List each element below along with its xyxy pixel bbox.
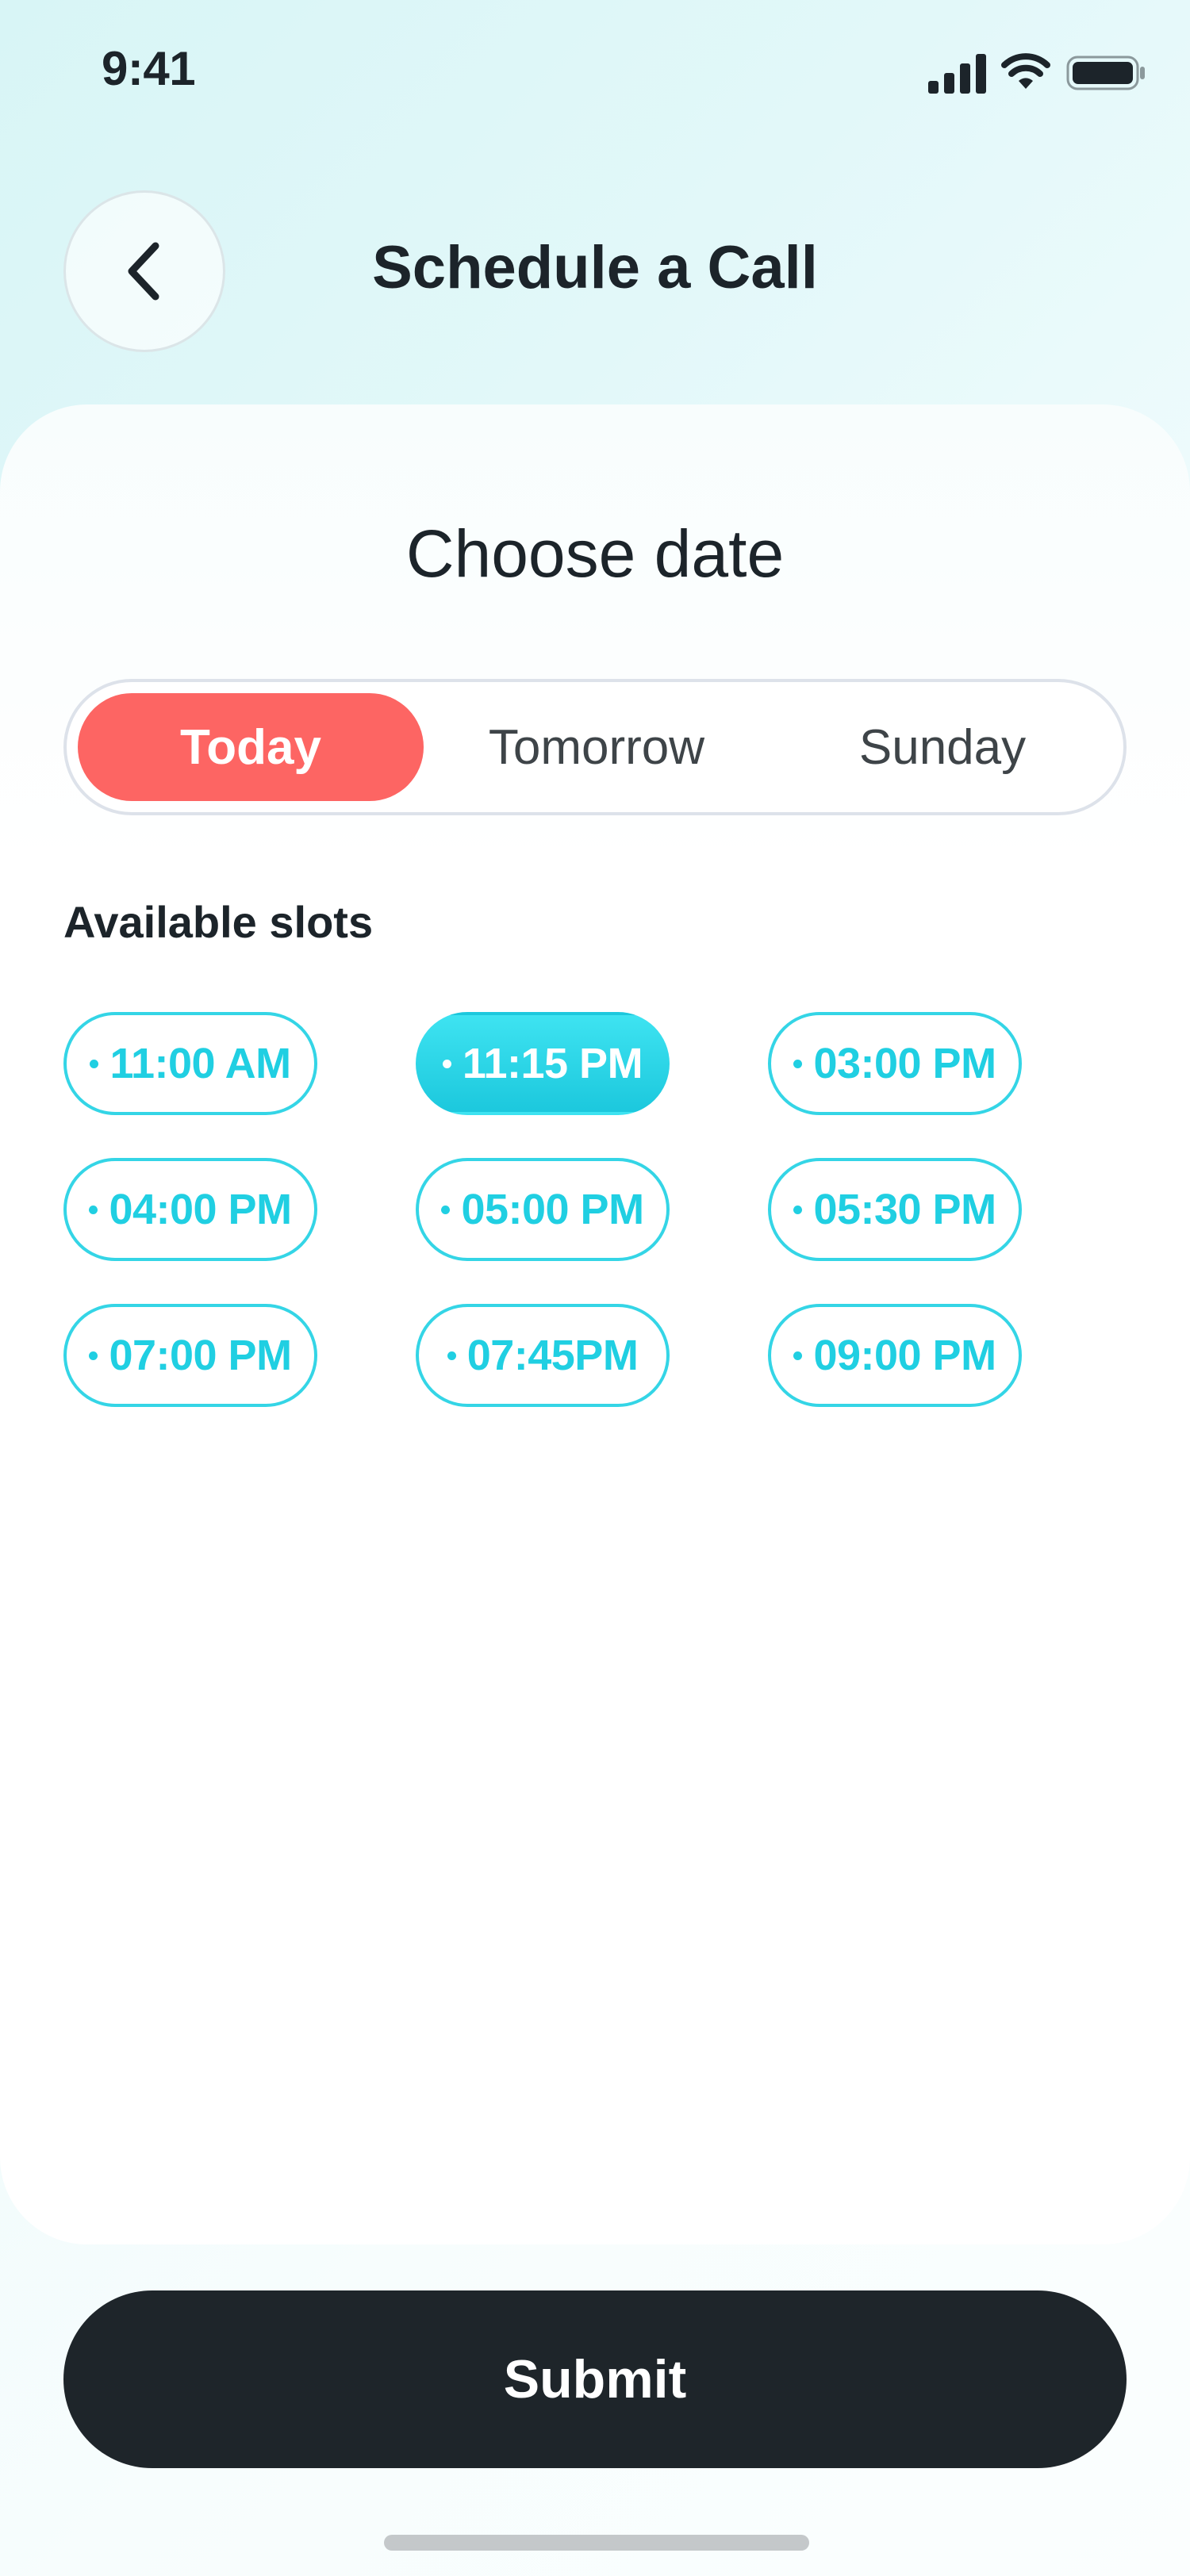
slot-button-selected[interactable]: 11:15 PM [416,1012,670,1115]
wifi-icon [1001,53,1050,89]
slot-label: 07:00 PM [109,1332,292,1379]
slot-label: 05:00 PM [461,1186,644,1233]
status-bar: 9:41 [0,0,1190,143]
slot-button[interactable]: 07:00 PM [63,1304,317,1407]
battery-icon [1066,56,1145,90]
slot-button[interactable]: 11:00 AM [63,1012,317,1115]
slot-label: 04:00 PM [109,1186,292,1233]
main-card: Choose date Today Tomorrow Sunday Availa… [0,404,1190,2244]
slot-button[interactable]: 03:00 PM [768,1012,1022,1115]
back-button[interactable] [63,190,225,352]
tab-sunday[interactable]: Sunday [770,693,1115,801]
slot-label: 09:00 PM [813,1332,996,1379]
bullet-dot-icon [793,1059,803,1068]
available-slots-label: Available slots [63,897,374,947]
choose-date-title: Choose date [405,516,785,591]
slot-button[interactable]: 07:45PM [416,1304,670,1407]
bullet-dot-icon [447,1351,456,1360]
tab-today[interactable]: Today [78,693,424,801]
page-title: Schedule a Call [372,234,818,301]
slot-label: 11:00 AM [109,1040,291,1087]
date-tabs: Today Tomorrow Sunday [63,679,1127,815]
bullet-dot-icon [793,1351,803,1360]
slot-label: 05:30 PM [813,1186,996,1233]
tab-tomorrow[interactable]: Tomorrow [424,693,770,801]
slot-label: 07:45PM [466,1332,639,1379]
status-time: 9:41 [102,42,196,95]
bullet-dot-icon [793,1205,803,1214]
bullet-dot-icon [442,1059,451,1068]
slot-button[interactable]: 05:30 PM [768,1158,1022,1261]
slot-button[interactable]: 09:00 PM [768,1304,1022,1407]
slot-button[interactable]: 04:00 PM [63,1158,317,1261]
bullet-dot-icon [89,1205,98,1214]
slot-button[interactable]: 05:00 PM [416,1158,670,1261]
submit-button[interactable]: Submit [63,2290,1127,2468]
slot-label: 11:15 PM [462,1040,643,1087]
bullet-dot-icon [90,1059,99,1068]
chevron-left-icon [128,242,159,301]
signal-icon [928,54,986,94]
home-indicator [384,2535,809,2551]
slot-label: 03:00 PM [813,1040,996,1087]
bullet-dot-icon [89,1351,98,1360]
bullet-dot-icon [441,1205,451,1214]
